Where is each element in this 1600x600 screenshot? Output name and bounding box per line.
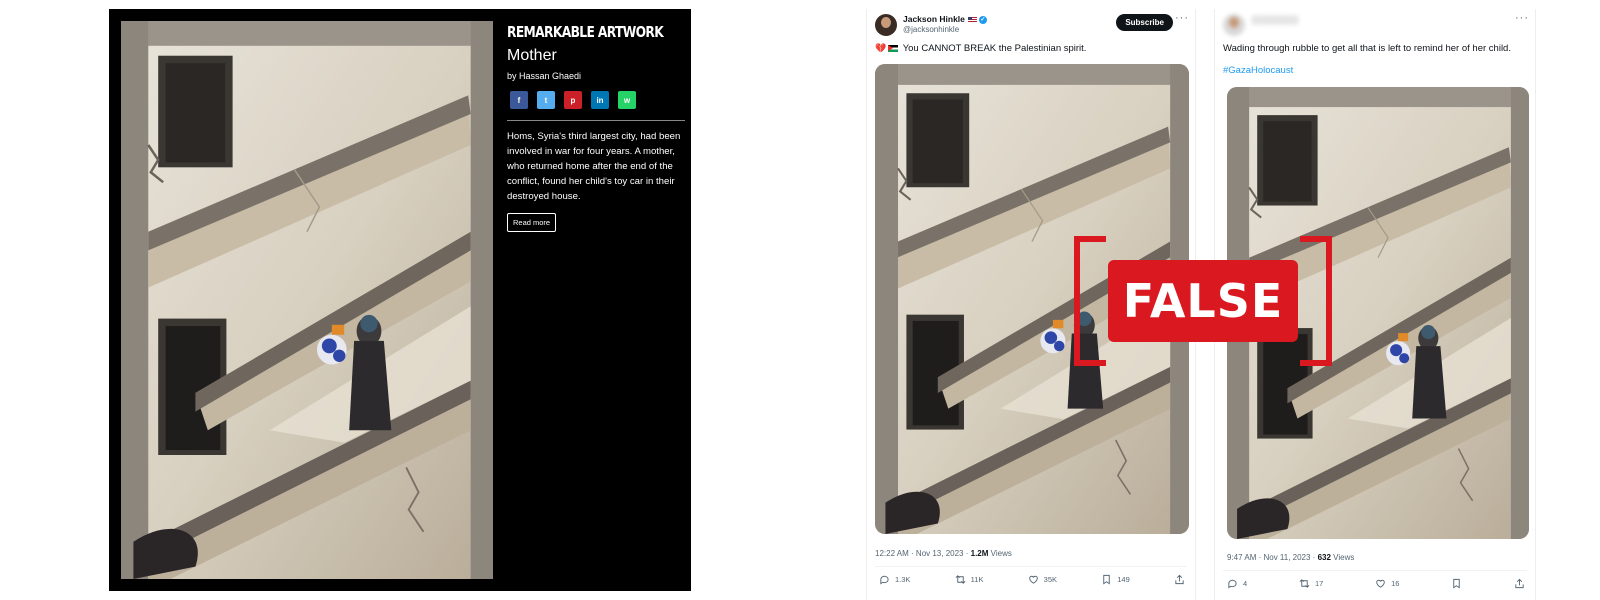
- tweet-header: Jackson Hinkle ✓ @jacksonhinkle Subscribe…: [867, 9, 1195, 39]
- tweet-timestamp: 9:47 AM · Nov 11, 2023 · 632 Views: [1227, 553, 1355, 562]
- tweet-actions: 4 17 16: [1227, 578, 1525, 589]
- pinterest-icon[interactable]: p: [564, 91, 582, 109]
- palestine-flag-icon: [888, 44, 899, 52]
- tweet-text: Wading through rubble to get all that is…: [1223, 43, 1511, 54]
- avatar[interactable]: [875, 14, 897, 36]
- blurred-avatar: [1223, 14, 1245, 36]
- stamp-bracket-right: [1300, 236, 1332, 366]
- subscribe-button[interactable]: Subscribe: [1116, 14, 1173, 31]
- reply-button[interactable]: 1.3K: [879, 574, 910, 585]
- artwork-author: by Hassan Ghaedi: [507, 71, 582, 81]
- false-stamp: FALSE: [1074, 236, 1332, 366]
- like-button[interactable]: 16: [1375, 578, 1399, 589]
- share-buttons: f t p in w: [510, 91, 685, 109]
- artwork-divider: [507, 120, 685, 121]
- like-button[interactable]: 35K: [1028, 574, 1057, 585]
- facebook-icon[interactable]: f: [510, 91, 528, 109]
- stamp-bracket-left: [1074, 236, 1106, 366]
- author-name[interactable]: Jackson Hinkle ✓: [903, 14, 987, 24]
- more-options-icon[interactable]: ···: [1175, 12, 1189, 24]
- artwork-photo: [121, 21, 493, 579]
- composite-canvas: REMARKABLE ARTWORK Mother by Hassan Ghae…: [0, 0, 1600, 600]
- tweet-timestamp: 12:22 AM · Nov 13, 2023 · 1.2M Views: [875, 549, 1012, 558]
- artwork-panel: REMARKABLE ARTWORK Mother by Hassan Ghae…: [109, 9, 691, 591]
- tweet-header: ···: [1215, 9, 1535, 39]
- us-flag-icon: [967, 16, 977, 23]
- reply-icon: [1228, 579, 1237, 589]
- divider: [875, 566, 1187, 567]
- reply-icon: [880, 575, 889, 585]
- heart-icon: [1028, 575, 1038, 584]
- bookmark-button[interactable]: 149: [1101, 574, 1130, 585]
- bookmark-button[interactable]: [1451, 578, 1462, 589]
- views-count: 1.2M: [970, 549, 989, 558]
- share-icon: [1175, 574, 1184, 585]
- repost-icon: [955, 575, 966, 584]
- tweet-actions: 1.3K 11K 35K 149: [879, 574, 1185, 585]
- author-handle[interactable]: @jacksonhinkle: [903, 25, 959, 34]
- more-options-icon[interactable]: ···: [1515, 12, 1529, 24]
- tweet-text: 💔 You CANNOT BREAK the Palestinian spiri…: [875, 43, 1087, 54]
- reply-button[interactable]: 4: [1227, 578, 1247, 589]
- bookmark-icon: [1103, 574, 1110, 585]
- read-more-button[interactable]: Read more: [507, 213, 557, 232]
- share-button[interactable]: [1174, 574, 1185, 585]
- share-button[interactable]: [1514, 578, 1525, 589]
- stamp-label-box: FALSE: [1108, 260, 1298, 342]
- repost-button[interactable]: 17: [1299, 578, 1323, 589]
- verified-badge-icon: ✓: [978, 15, 987, 24]
- blurred-author-name: [1251, 15, 1299, 25]
- broken-heart-icon: 💔: [875, 43, 887, 53]
- share-icon: [1515, 578, 1524, 589]
- artwork-title: Mother: [507, 47, 557, 64]
- whatsapp-icon[interactable]: w: [618, 91, 636, 109]
- twitter-icon[interactable]: t: [537, 91, 555, 109]
- views-count: 632: [1317, 553, 1331, 562]
- heart-icon: [1376, 579, 1385, 588]
- artwork-info: REMARKABLE ARTWORK Mother by Hassan Ghae…: [507, 23, 685, 232]
- artwork-description: Homs, Syria's third largest city, had be…: [507, 131, 681, 202]
- hashtag-link[interactable]: #GazaHolocaust: [1215, 54, 1535, 76]
- repost-button[interactable]: 11K: [955, 574, 983, 585]
- stamp-label: FALSE: [1122, 274, 1284, 328]
- repost-icon: [1299, 579, 1310, 588]
- bookmark-icon: [1453, 578, 1460, 589]
- linkedin-icon[interactable]: in: [591, 91, 609, 109]
- divider: [1223, 570, 1527, 571]
- artwork-heading: REMARKABLE ARTWORK: [507, 23, 664, 41]
